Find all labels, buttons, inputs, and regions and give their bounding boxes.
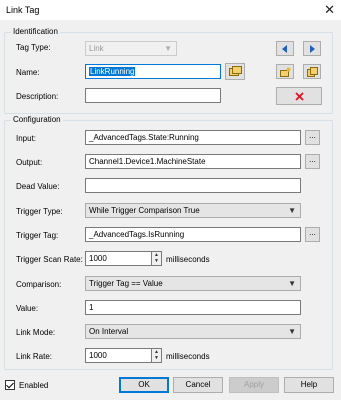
dead-value-field[interactable] (85, 178, 301, 193)
new-tag-button[interactable] (276, 64, 294, 79)
value-field[interactable]: 1 (85, 300, 301, 315)
delete-tag-button[interactable] (276, 87, 322, 105)
arrow-left-icon (282, 44, 287, 53)
identification-legend: Identification (11, 27, 60, 36)
description-label: Description: (16, 92, 59, 101)
output-label: Output: (16, 158, 43, 167)
duplicate-tag-button[interactable] (303, 64, 321, 79)
link-rate-spin[interactable]: ▲ ▼ (151, 348, 162, 363)
spin-down-icon[interactable]: ▼ (152, 258, 161, 264)
next-button[interactable] (303, 41, 321, 56)
comparison-select[interactable]: Trigger Tag == Value ▼ (85, 276, 301, 291)
previous-button[interactable] (276, 41, 294, 56)
enabled-checkbox[interactable] (5, 380, 15, 390)
configuration-legend: Configuration (11, 115, 63, 124)
link-mode-value: On Interval (89, 327, 129, 336)
link-mode-select[interactable]: On Interval ▼ (85, 324, 301, 339)
apply-button: Apply (229, 377, 279, 393)
chevron-down-icon: ▼ (288, 279, 296, 288)
trigger-tag-label: Trigger Tag: (16, 231, 59, 240)
comparison-label: Comparison: (16, 280, 62, 289)
link-rate-value[interactable]: 1000 (85, 348, 151, 363)
browse-input-button[interactable]: ... (305, 130, 320, 145)
tag-type-select: Link ▼ (85, 41, 177, 56)
trigger-type-select[interactable]: While Trigger Comparison True ▼ (85, 203, 301, 218)
tag-browser-icon (228, 66, 242, 76)
window-title: Link Tag (6, 5, 40, 15)
cancel-button[interactable]: Cancel (173, 377, 223, 393)
trigger-scan-rate-spin[interactable]: ▲ ▼ (151, 251, 162, 266)
dead-value-label: Dead Value: (16, 182, 60, 191)
browse-output-button[interactable]: ... (305, 154, 320, 169)
enabled-label: Enabled (19, 381, 49, 390)
chevron-down-icon: ▼ (288, 206, 296, 215)
output-field[interactable]: Channel1.Device1.MachineState (85, 154, 301, 169)
link-rate-label: Link Rate: (16, 352, 53, 361)
input-label: Input: (16, 134, 37, 143)
trigger-tag-field[interactable]: _AdvancedTags.IsRunning (85, 227, 301, 242)
name-label: Name: (16, 68, 40, 77)
chevron-down-icon: ▼ (164, 44, 172, 53)
link-mode-label: Link Mode: (16, 328, 56, 337)
link-rate-unit: milliseconds (166, 352, 210, 361)
browse-name-button[interactable] (225, 63, 245, 80)
trigger-scan-rate-value[interactable]: 1000 (85, 251, 151, 266)
tag-type-label: Tag Type: (16, 43, 51, 52)
ok-button[interactable]: OK (119, 377, 169, 393)
spin-down-icon[interactable]: ▼ (152, 355, 161, 361)
trigger-scan-rate-unit: milliseconds (166, 255, 210, 264)
name-value: LinkRunning (89, 67, 136, 76)
trigger-type-value: While Trigger Comparison True (89, 206, 200, 215)
help-button[interactable]: Help (284, 377, 334, 393)
comparison-value: Trigger Tag == Value (89, 279, 163, 288)
input-field[interactable]: _AdvancedTags.State:Running (85, 130, 301, 145)
delete-x-icon (294, 91, 304, 101)
description-field[interactable] (85, 88, 221, 103)
close-icon[interactable]: ✕ (324, 2, 335, 18)
title-bar: Link Tag ✕ (0, 0, 341, 21)
value-label: Value: (16, 304, 39, 313)
duplicate-tag-icon (306, 66, 318, 77)
arrow-right-icon (310, 44, 315, 53)
chevron-down-icon: ▼ (288, 327, 296, 336)
tag-type-value: Link (89, 44, 104, 53)
new-tag-icon (279, 67, 290, 77)
trigger-scan-rate-stepper[interactable]: 1000 ▲ ▼ (85, 251, 162, 266)
trigger-type-label: Trigger Type: (16, 207, 63, 216)
browse-trigger-tag-button[interactable]: ... (305, 227, 320, 242)
trigger-scan-rate-label: Trigger Scan Rate: (16, 255, 83, 264)
name-field[interactable]: LinkRunning (85, 64, 221, 79)
link-rate-stepper[interactable]: 1000 ▲ ▼ (85, 348, 162, 363)
